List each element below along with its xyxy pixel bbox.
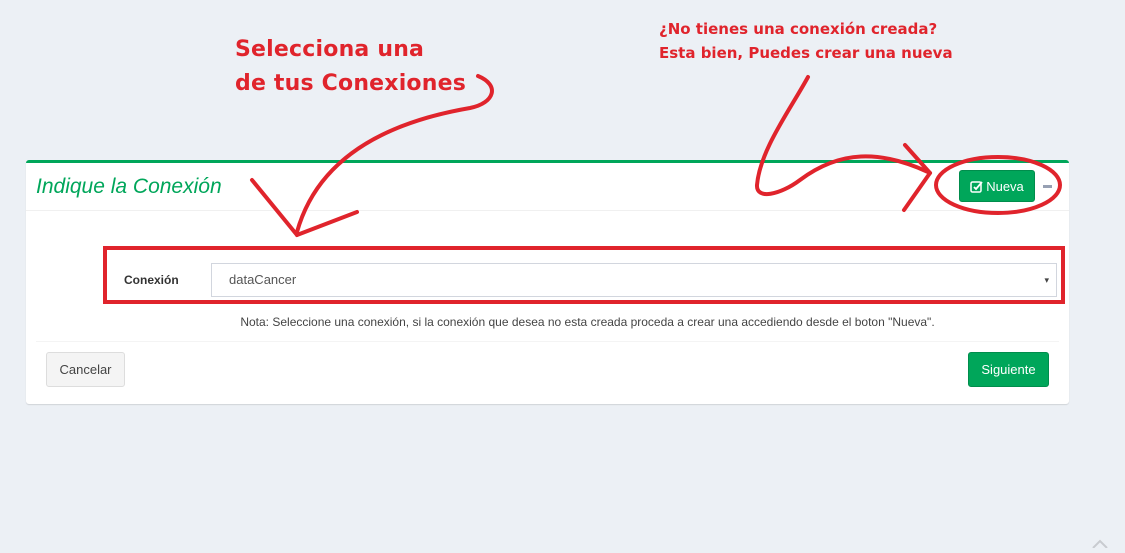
connection-note: Nota: Seleccione una conexión, si la con…: [240, 315, 935, 329]
box-header: Indique la Conexión Nueva: [26, 163, 1069, 211]
cancel-button[interactable]: Cancelar: [46, 352, 125, 387]
new-connection-button[interactable]: Nueva: [959, 170, 1035, 202]
box-footer-divider: [36, 341, 1059, 342]
annotation-select-line2: de tus Conexiones: [235, 71, 467, 96]
minus-icon[interactable]: [1042, 178, 1054, 192]
edit-check-icon: [970, 180, 984, 193]
chevron-up-icon[interactable]: [1090, 535, 1110, 549]
annotation-select-hint: Selecciona una de tus Conexiones: [235, 33, 466, 101]
new-connection-label: Nueva: [986, 178, 1024, 194]
annotation-create-hint: ¿No tienes una conexión creada? Esta bie…: [659, 17, 953, 65]
annotation-create-line1: ¿No tienes una conexión creada?: [659, 20, 938, 38]
box-title: Indique la Conexión: [36, 175, 222, 198]
annotation-create-line2: Esta bien, Puedes crear una nueva: [659, 44, 953, 62]
annotation-select-line1: Selecciona una: [235, 37, 425, 62]
annotation-highlight-rectangle: [103, 246, 1065, 304]
next-button[interactable]: Siguiente: [968, 352, 1049, 387]
